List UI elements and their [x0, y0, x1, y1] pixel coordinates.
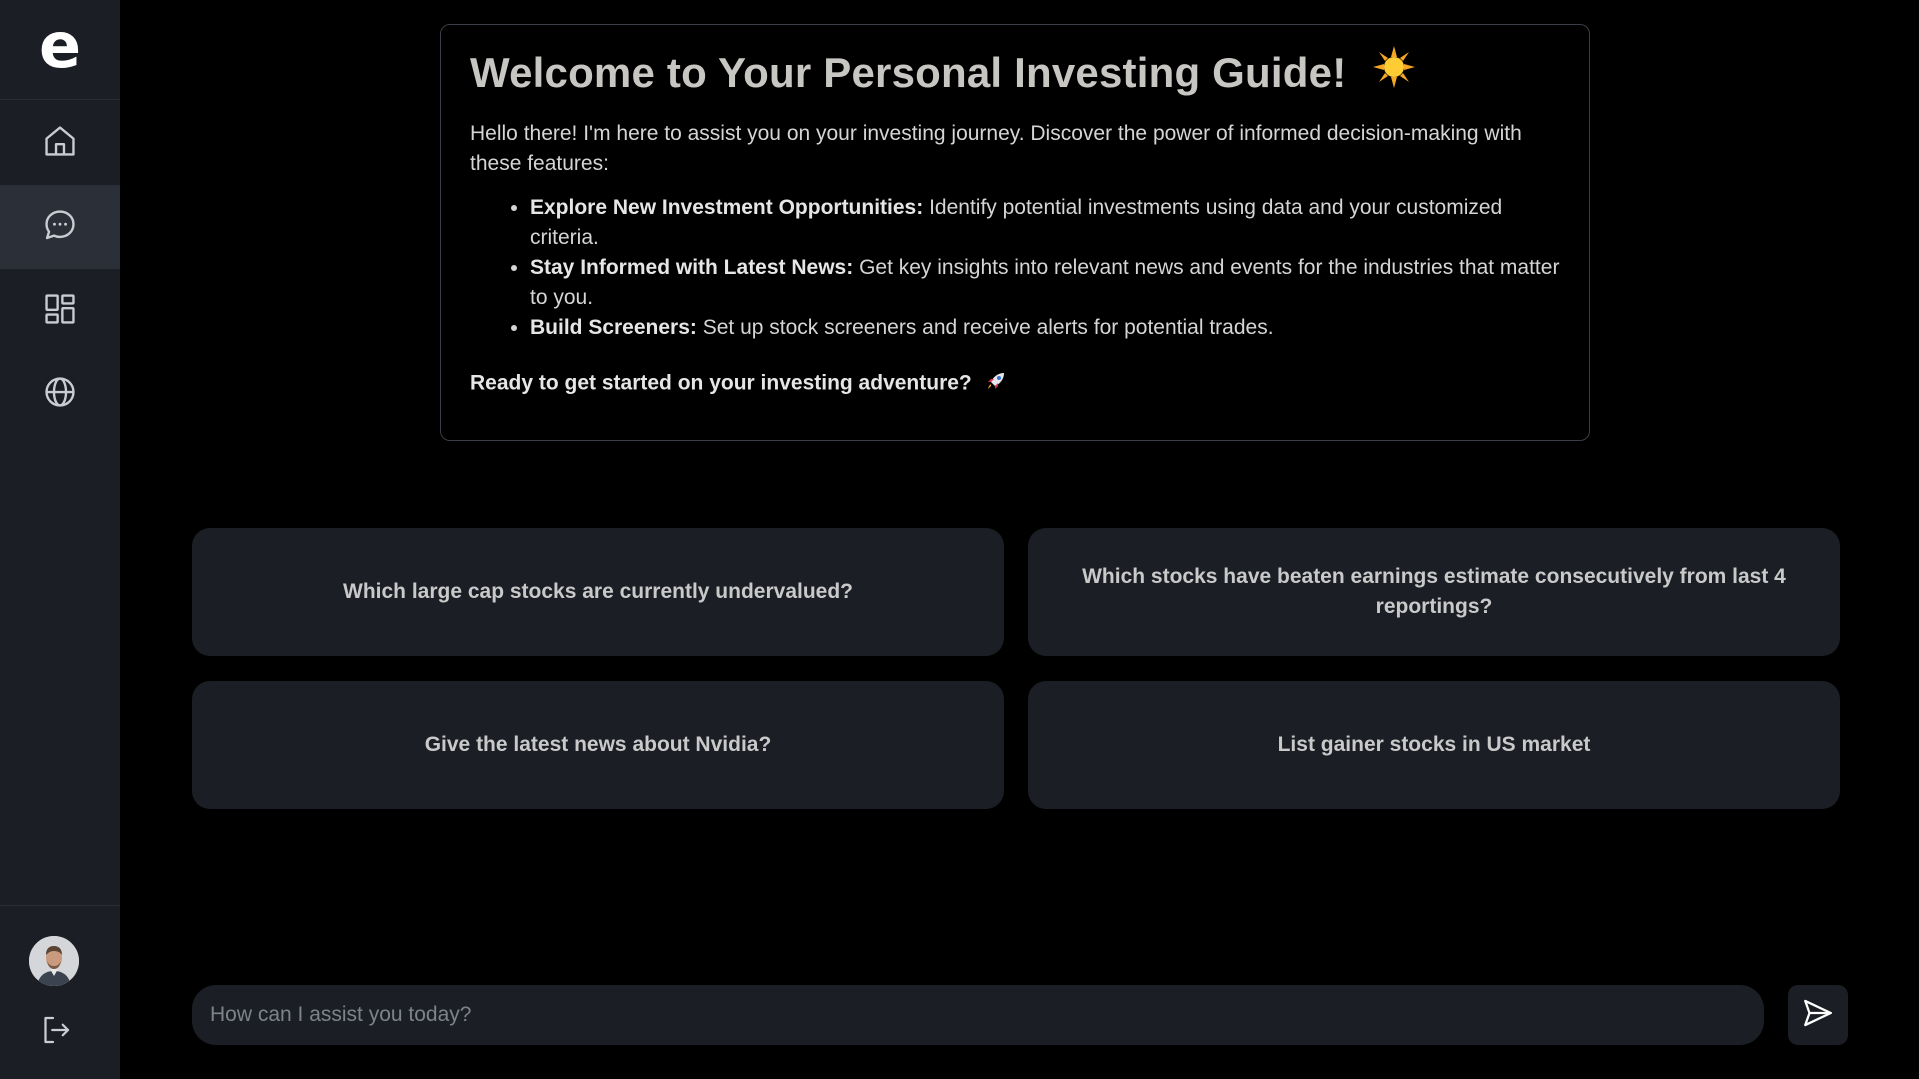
list-item: Explore New Investment Opportunities: Id… [530, 193, 1560, 253]
send-icon [1801, 996, 1835, 1035]
logout-button[interactable] [36, 1014, 76, 1050]
list-item: Stay Informed with Latest News: Get key … [530, 253, 1560, 313]
home-icon [41, 122, 79, 165]
suggestion-text: Which stocks have beaten earnings estima… [1082, 565, 1786, 618]
sidebar-item-chat[interactable] [0, 185, 120, 269]
suggestion-text: List gainer stocks in US market [1277, 733, 1591, 756]
feature-title: Stay Informed with Latest News: [530, 255, 854, 279]
grid-icon [41, 290, 79, 333]
sidebar-item-dashboard[interactable] [0, 269, 120, 353]
feature-title: Build Screeners: [530, 315, 697, 339]
avatar[interactable] [29, 936, 79, 986]
chat-input-container [192, 985, 1764, 1045]
suggestion-card[interactable]: Which stocks have beaten earnings estima… [1028, 528, 1840, 656]
rocket-icon [984, 369, 1008, 399]
logo[interactable]: e [0, 0, 120, 100]
list-item: Build Screeners: Set up stock screeners … [530, 313, 1560, 343]
cta-label: Ready to get started on your investing a… [470, 371, 972, 395]
logo-text: e [38, 8, 82, 82]
send-button[interactable] [1788, 985, 1848, 1045]
sidebar-item-home[interactable] [0, 101, 120, 185]
sidebar-divider [0, 905, 120, 906]
globe-icon [41, 373, 79, 416]
sun-icon [1372, 45, 1416, 99]
feature-text: Set up stock screeners and receive alert… [696, 315, 1274, 339]
suggestion-text: Which large cap stocks are currently und… [343, 580, 853, 603]
chat-input[interactable] [192, 985, 1764, 1045]
chat-bubble-icon [41, 206, 79, 249]
suggestion-text: Give the latest news about Nvidia? [424, 733, 772, 756]
welcome-title-text: Welcome to Your Personal Investing Guide… [470, 49, 1347, 96]
cta-text: Ready to get started on your investing a… [470, 369, 1560, 399]
logout-icon [38, 1012, 74, 1053]
suggestion-card[interactable]: Which large cap stocks are currently und… [192, 528, 1004, 656]
welcome-title: Welcome to Your Personal Investing Guide… [470, 45, 1560, 99]
suggestion-card[interactable]: List gainer stocks in US market [1028, 681, 1840, 809]
welcome-card: Welcome to Your Personal Investing Guide… [440, 24, 1590, 441]
welcome-intro: Hello there! I'm here to assist you on y… [470, 121, 1522, 175]
suggestion-card[interactable]: Give the latest news about Nvidia? [192, 681, 1004, 809]
feature-title: Explore New Investment Opportunities: [530, 195, 924, 219]
sidebar-item-explore[interactable] [0, 352, 120, 436]
sidebar: e [0, 0, 120, 1079]
feature-list: Explore New Investment Opportunities: Id… [470, 193, 1560, 343]
